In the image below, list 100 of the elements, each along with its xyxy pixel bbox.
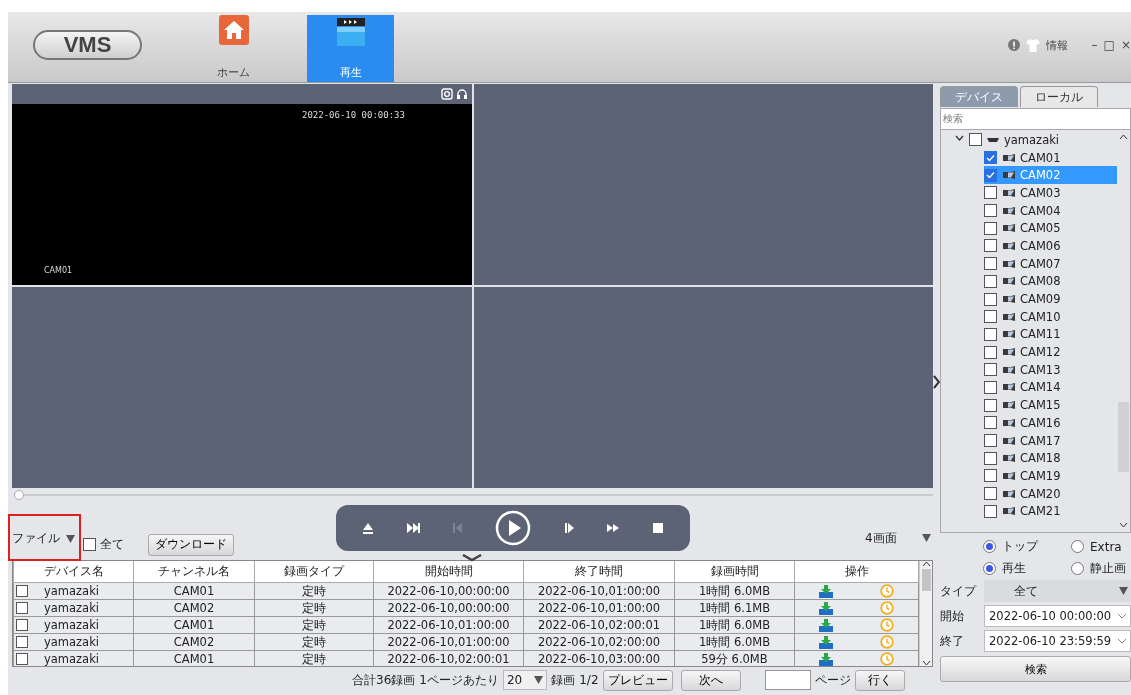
checkbox[interactable] xyxy=(16,619,28,631)
checkbox[interactable] xyxy=(984,274,997,288)
scroll-down-icon[interactable] xyxy=(921,660,931,666)
checkbox[interactable] xyxy=(969,133,982,147)
checkbox[interactable] xyxy=(984,239,997,253)
download-icon[interactable] xyxy=(818,652,833,666)
video-tile[interactable] xyxy=(12,287,472,488)
tree-item[interactable]: CAM07 xyxy=(941,254,1117,273)
checkbox[interactable] xyxy=(984,398,997,412)
tree-item[interactable]: CAM12 xyxy=(941,343,1117,361)
tree-item[interactable]: CAM03 xyxy=(941,184,1117,202)
tree-item[interactable]: CAM14 xyxy=(941,378,1117,397)
radio-button[interactable] xyxy=(983,540,996,553)
tree-item[interactable]: CAM11 xyxy=(941,325,1117,344)
scroll-thumb[interactable] xyxy=(1118,402,1129,472)
radio-button[interactable] xyxy=(983,562,996,575)
video-tile[interactable] xyxy=(474,287,933,488)
checkbox[interactable] xyxy=(83,538,96,551)
checkbox[interactable] xyxy=(16,653,28,665)
tree-item[interactable]: CAM18 xyxy=(941,449,1117,468)
chevron-down-icon[interactable] xyxy=(462,554,482,562)
checkbox[interactable] xyxy=(984,186,997,200)
checkbox[interactable] xyxy=(984,345,997,359)
scroll-down-icon[interactable] xyxy=(1119,522,1128,528)
radio-button[interactable] xyxy=(1071,540,1084,553)
tree-item[interactable]: CAM08 xyxy=(941,272,1117,291)
video-tile[interactable] xyxy=(474,84,933,285)
checkbox[interactable] xyxy=(984,416,997,430)
page-input[interactable] xyxy=(764,670,811,690)
play-icon[interactable] xyxy=(495,510,532,546)
checkbox[interactable] xyxy=(16,585,28,597)
search-field[interactable]: 検索 xyxy=(940,108,1131,130)
column-header[interactable]: 終了時間 xyxy=(523,561,675,583)
per-page-dropdown[interactable]: 20 xyxy=(502,670,548,690)
search-button[interactable]: 検索 xyxy=(940,656,1131,682)
scrollbar[interactable] xyxy=(919,561,932,666)
column-header[interactable]: 録画時間 xyxy=(674,561,795,583)
scroll-thumb[interactable] xyxy=(921,569,931,591)
window-control[interactable]: □ xyxy=(1103,38,1115,52)
checkbox[interactable] xyxy=(984,310,997,324)
checkbox[interactable] xyxy=(16,602,28,614)
panel-tab[interactable]: ローカル xyxy=(1020,86,1098,107)
tree-item[interactable]: CAM09 xyxy=(941,290,1117,308)
tree-item[interactable]: CAM15 xyxy=(941,396,1117,414)
column-header[interactable]: デバイス名 xyxy=(13,561,134,583)
download-icon[interactable] xyxy=(818,584,833,598)
checkbox[interactable] xyxy=(984,151,997,165)
column-header[interactable]: 開始時間 xyxy=(373,561,524,583)
checkbox[interactable] xyxy=(984,327,997,341)
download-icon[interactable] xyxy=(818,635,833,649)
info-link[interactable]: 情報 xyxy=(1045,37,1068,53)
tree-item[interactable]: yamazaki xyxy=(941,131,1117,149)
previous-button[interactable]: プレビュー xyxy=(602,669,673,691)
nav-tab[interactable]: ホーム xyxy=(190,12,277,82)
scroll-up-icon[interactable] xyxy=(921,561,931,567)
tree-item[interactable]: CAM17 xyxy=(941,431,1117,450)
download-button[interactable]: ダウンロード xyxy=(148,533,234,556)
date-field[interactable]: 2022-06-10 23:59:59 xyxy=(984,630,1131,652)
checkbox[interactable] xyxy=(984,292,997,306)
stop-icon[interactable] xyxy=(651,522,664,534)
next-button[interactable]: 次へ xyxy=(680,669,741,691)
date-field[interactable]: 2022-06-10 00:00:00 xyxy=(984,605,1131,627)
alert-icon[interactable] xyxy=(1007,39,1020,51)
column-header[interactable]: 録画タイプ xyxy=(254,561,374,583)
window-control[interactable]: × xyxy=(1120,38,1131,52)
checkbox[interactable] xyxy=(984,257,997,271)
tree-item[interactable]: CAM16 xyxy=(941,414,1117,432)
checkbox[interactable] xyxy=(984,221,997,235)
checkbox[interactable] xyxy=(984,363,997,377)
scroll-up-icon[interactable] xyxy=(1119,134,1128,140)
checkbox[interactable] xyxy=(984,469,997,483)
tree-item[interactable]: CAM20 xyxy=(941,484,1117,503)
layout-dropdown[interactable]: 4画面 xyxy=(863,528,933,548)
column-header[interactable]: チャンネル名 xyxy=(133,561,255,583)
go-button[interactable]: 行く xyxy=(854,669,905,691)
step-forward-icon[interactable] xyxy=(563,522,575,534)
radio-button[interactable] xyxy=(1071,562,1084,575)
type-dropdown[interactable]: 全て xyxy=(984,580,1131,602)
download-icon[interactable] xyxy=(818,601,833,615)
headphones-icon[interactable] xyxy=(456,88,468,100)
checkbox[interactable] xyxy=(984,168,997,182)
eject-icon[interactable] xyxy=(362,522,375,534)
checkbox[interactable] xyxy=(984,204,997,218)
window-control[interactable]: – xyxy=(1091,38,1098,52)
tree-item[interactable]: CAM10 xyxy=(941,307,1117,326)
checkbox[interactable] xyxy=(984,487,997,501)
skip-icon[interactable] xyxy=(406,522,420,534)
seek-handle[interactable] xyxy=(14,490,24,500)
tree-item[interactable]: CAM06 xyxy=(941,237,1117,255)
tree-item[interactable]: CAM13 xyxy=(941,360,1117,379)
fast-forward-icon[interactable] xyxy=(607,522,620,534)
tree-item[interactable]: CAM05 xyxy=(941,219,1117,238)
checkbox[interactable] xyxy=(984,504,997,518)
download-icon[interactable] xyxy=(818,618,833,632)
column-header[interactable]: 操作 xyxy=(794,561,919,583)
tree-item[interactable]: CAM01 xyxy=(941,148,1117,167)
checkbox[interactable] xyxy=(984,451,997,465)
checkbox[interactable] xyxy=(16,636,28,648)
tree-item[interactable]: CAM04 xyxy=(941,201,1117,220)
checkbox[interactable] xyxy=(984,380,997,394)
